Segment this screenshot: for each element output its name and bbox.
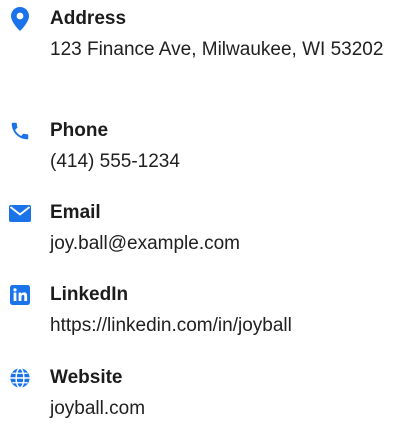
- linkedin-label: LinkedIn: [50, 284, 129, 305]
- envelope-icon: [8, 201, 32, 225]
- map-pin-icon: [8, 7, 32, 31]
- globe-icon: [8, 366, 32, 390]
- phone-icon: [8, 119, 32, 143]
- linkedin-value[interactable]: https://linkedin.com/in/joyball: [50, 310, 390, 341]
- contact-list: Address 123 Finance Ave, Milwaukee, WI 5…: [0, 0, 394, 421]
- website-label: Website: [50, 367, 123, 388]
- website-value[interactable]: joyball.com: [50, 393, 390, 424]
- address-value: 123 Finance Ave, Milwaukee, WI 53202: [50, 39, 384, 60]
- email-label: Email: [50, 202, 101, 223]
- phone-label: Phone: [50, 120, 109, 141]
- address-label: Address: [50, 8, 127, 29]
- email-value[interactable]: joy.ball@example.com: [50, 228, 390, 259]
- phone-value[interactable]: (414) 555-1234: [50, 146, 390, 177]
- linkedin-icon: [8, 283, 32, 307]
